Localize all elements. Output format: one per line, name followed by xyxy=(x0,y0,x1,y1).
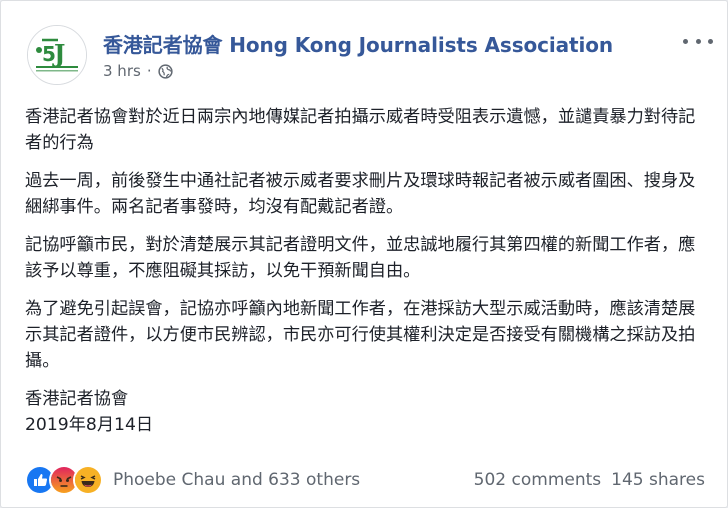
post-footer: Phoebe Chau and 633 others 502 comments … xyxy=(25,463,705,497)
post-header: 5 J 香港記者協會 Hong Kong Journalists Associa… xyxy=(27,25,713,89)
globe-icon[interactable] xyxy=(157,63,173,79)
comments-count-link[interactable]: 502 comments xyxy=(474,470,601,490)
reactors-link[interactable]: Phoebe Chau and 633 others xyxy=(113,470,360,490)
post-card: 5 J 香港記者協會 Hong Kong Journalists Associa… xyxy=(0,0,728,508)
svg-text:J: J xyxy=(52,39,65,68)
post-signature: 香港記者協會 xyxy=(25,389,129,409)
more-options-icon[interactable] xyxy=(683,31,713,51)
post-text: 香港記者協會對於近日兩宗內地傳媒記者拍攝示威者時受阻表示遺憾，並譴責暴力對待記者… xyxy=(25,104,705,438)
hkja-logo-icon: 5 J xyxy=(28,26,86,84)
post-time-link[interactable]: 3 hrs xyxy=(103,62,141,80)
post-paragraph: 為了避免引起誤會，記協亦呼籲內地新聞工作者，在港採訪大型示威活動時，應該清楚展示… xyxy=(25,299,696,371)
post-paragraph: 記協呼籲市民，對於清楚展示其記者證明文件，並忠誠地履行其第四權的新聞工作者，應該… xyxy=(25,235,696,281)
page-avatar[interactable]: 5 J xyxy=(27,25,87,85)
post-paragraph: 香港記者協會對於近日兩宗內地傳媒記者拍攝示威者時受阻表示遺憾，並譴責暴力對待記者… xyxy=(25,107,696,153)
page-name-link[interactable]: 香港記者協會 Hong Kong Journalists Association xyxy=(103,29,613,58)
shares-count-link[interactable]: 145 shares xyxy=(611,470,705,490)
engagement-counts: 502 comments 145 shares xyxy=(474,470,705,490)
post-paragraph: 過去一周，前後發生中通社記者被示威者要求刪片及環球時報記者被示威者圍困、搜身及綑… xyxy=(25,171,696,217)
meta-separator: · xyxy=(146,62,152,80)
haha-icon[interactable] xyxy=(73,465,103,495)
post-date: 2019年8月14日 xyxy=(25,415,154,435)
post-meta: 3 hrs · xyxy=(103,62,173,80)
reaction-icons[interactable] xyxy=(25,465,103,495)
